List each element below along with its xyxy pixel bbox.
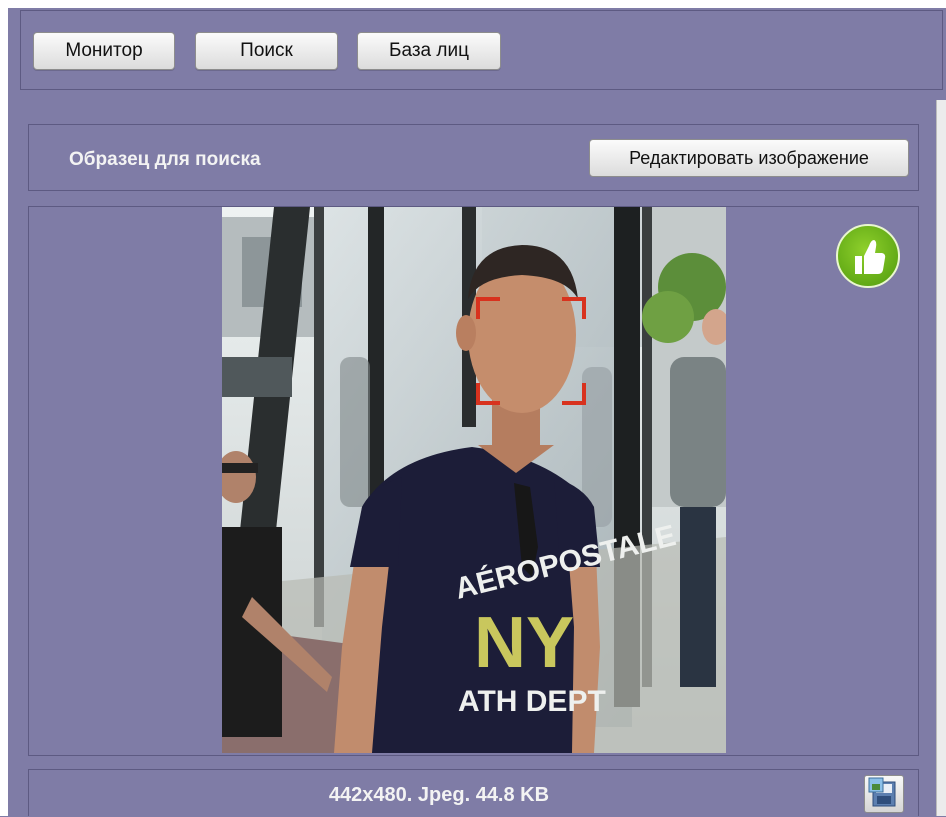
- search-button[interactable]: Поиск: [195, 32, 338, 70]
- thumbs-up-icon[interactable]: [836, 224, 900, 288]
- face-base-button[interactable]: База лиц: [357, 32, 501, 70]
- sample-photo-illustration: AÉROPOSTALE NY ATH DEPT: [222, 207, 726, 753]
- window-left-edge: [0, 0, 8, 816]
- image-info-bar: 442x480. Jpeg. 44.8 KB: [28, 769, 919, 816]
- edit-image-button[interactable]: Редактировать изображение: [589, 139, 909, 177]
- sample-image-panel: AÉROPOSTALE NY ATH DEPT: [28, 206, 919, 756]
- vertical-scrollbar[interactable]: [936, 100, 946, 816]
- image-info-text: 442x480. Jpeg. 44.8 KB: [328, 784, 550, 806]
- sample-photo: AÉROPOSTALE NY ATH DEPT: [222, 207, 726, 753]
- monitor-button[interactable]: Монитор: [33, 32, 175, 70]
- save-image-icon[interactable]: [864, 775, 904, 813]
- search-sample-header: Образец для поиска Редактировать изображ…: [28, 124, 919, 191]
- window-top-edge: [0, 0, 946, 8]
- shirt-text-mid: NY: [474, 603, 574, 683]
- mode-tab-bar: Монитор Поиск База лиц: [20, 10, 943, 90]
- search-sample-title: Образец для поиска: [69, 149, 261, 170]
- shirt-text-bottom: ATH DEPT: [458, 685, 606, 718]
